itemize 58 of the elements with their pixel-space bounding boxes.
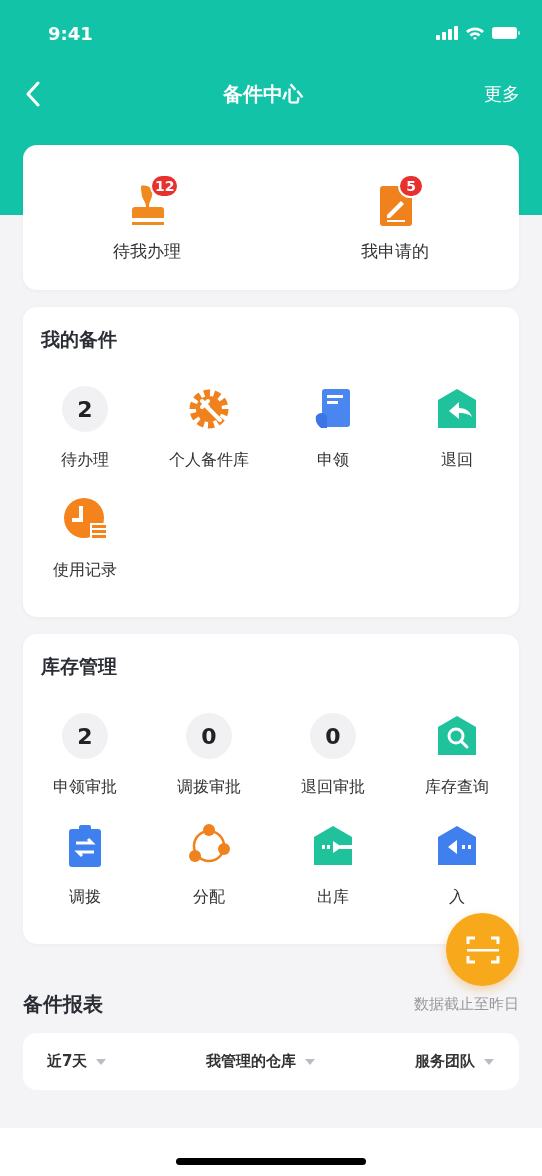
page-title: 备件中心	[222, 80, 303, 108]
caret-icon	[483, 1057, 495, 1066]
menu-label: 调拨	[69, 887, 101, 908]
menu-item[interactable]: 0 调拨审批	[147, 713, 271, 798]
back-button[interactable]	[25, 81, 41, 107]
caret-icon	[95, 1057, 108, 1066]
menu-label: 申领审批	[53, 777, 117, 798]
menu-label: 个人备件库	[169, 450, 249, 471]
wifi-icon	[465, 26, 485, 40]
menu-item[interactable]: 2 待办理	[23, 386, 147, 471]
caret-icon	[304, 1057, 317, 1066]
summary-label: 待我办理	[113, 240, 181, 263]
count-badge: 0	[186, 713, 232, 759]
menu-label: 退回	[441, 450, 473, 471]
filter-dropdown[interactable]: 近7天	[47, 1052, 108, 1071]
menu-item[interactable]: 库存查询	[395, 713, 519, 798]
count-badge: 2	[62, 713, 108, 759]
data-note: 数据截止至昨日	[414, 995, 519, 1014]
menu-label: 入	[449, 887, 465, 908]
back-icon	[25, 81, 41, 107]
section-title: 库存管理	[40, 654, 118, 679]
filter-label: 近7天	[47, 1052, 88, 1071]
filter-label: 服务团队	[415, 1052, 475, 1071]
menu-item[interactable]: 申领	[271, 386, 395, 471]
status-time: 9:41	[48, 22, 93, 44]
menu-item[interactable]: 调拨	[23, 823, 147, 908]
menu-label: 退回审批	[301, 777, 365, 798]
menu-item[interactable]: 0 退回审批	[271, 713, 395, 798]
menu-label: 申领	[317, 450, 349, 471]
menu-item[interactable]: 入	[395, 823, 519, 908]
count-badge: 0	[310, 713, 356, 759]
section-title: 备件报表	[23, 991, 103, 1018]
menu-item[interactable]: 分配	[147, 823, 271, 908]
filter-dropdown[interactable]: 服务团队	[415, 1052, 495, 1071]
menu-item[interactable]: 使用记录	[23, 496, 147, 581]
signal-icon	[436, 26, 458, 40]
menu-item[interactable]: 个人备件库	[147, 386, 271, 471]
menu-label: 调拨审批	[177, 777, 241, 798]
menu-label: 使用记录	[53, 560, 117, 581]
summary-item[interactable]: 12 待我办理	[72, 172, 222, 263]
menu-item[interactable]: 2 申领审批	[23, 713, 147, 798]
scan-icon	[465, 934, 500, 965]
count-badge: 12	[150, 174, 180, 198]
scan-button[interactable]	[446, 913, 519, 986]
menu-item[interactable]: 退回	[395, 386, 519, 471]
summary-item[interactable]: 5 我申请的	[320, 172, 470, 263]
menu-label: 分配	[193, 887, 225, 908]
count-badge: 2	[62, 386, 108, 432]
menu-item[interactable]: 出库	[271, 823, 395, 908]
filter-label: 我管理的仓库	[206, 1052, 297, 1071]
battery-icon	[492, 26, 520, 40]
filter-dropdown[interactable]: 我管理的仓库	[206, 1052, 317, 1071]
section-title: 我的备件	[40, 327, 118, 352]
count-badge: 5	[398, 174, 424, 198]
summary-label: 我申请的	[361, 240, 429, 263]
menu-label: 待办理	[61, 450, 109, 471]
menu-label: 库存查询	[425, 777, 489, 798]
menu-label: 出库	[317, 887, 349, 908]
